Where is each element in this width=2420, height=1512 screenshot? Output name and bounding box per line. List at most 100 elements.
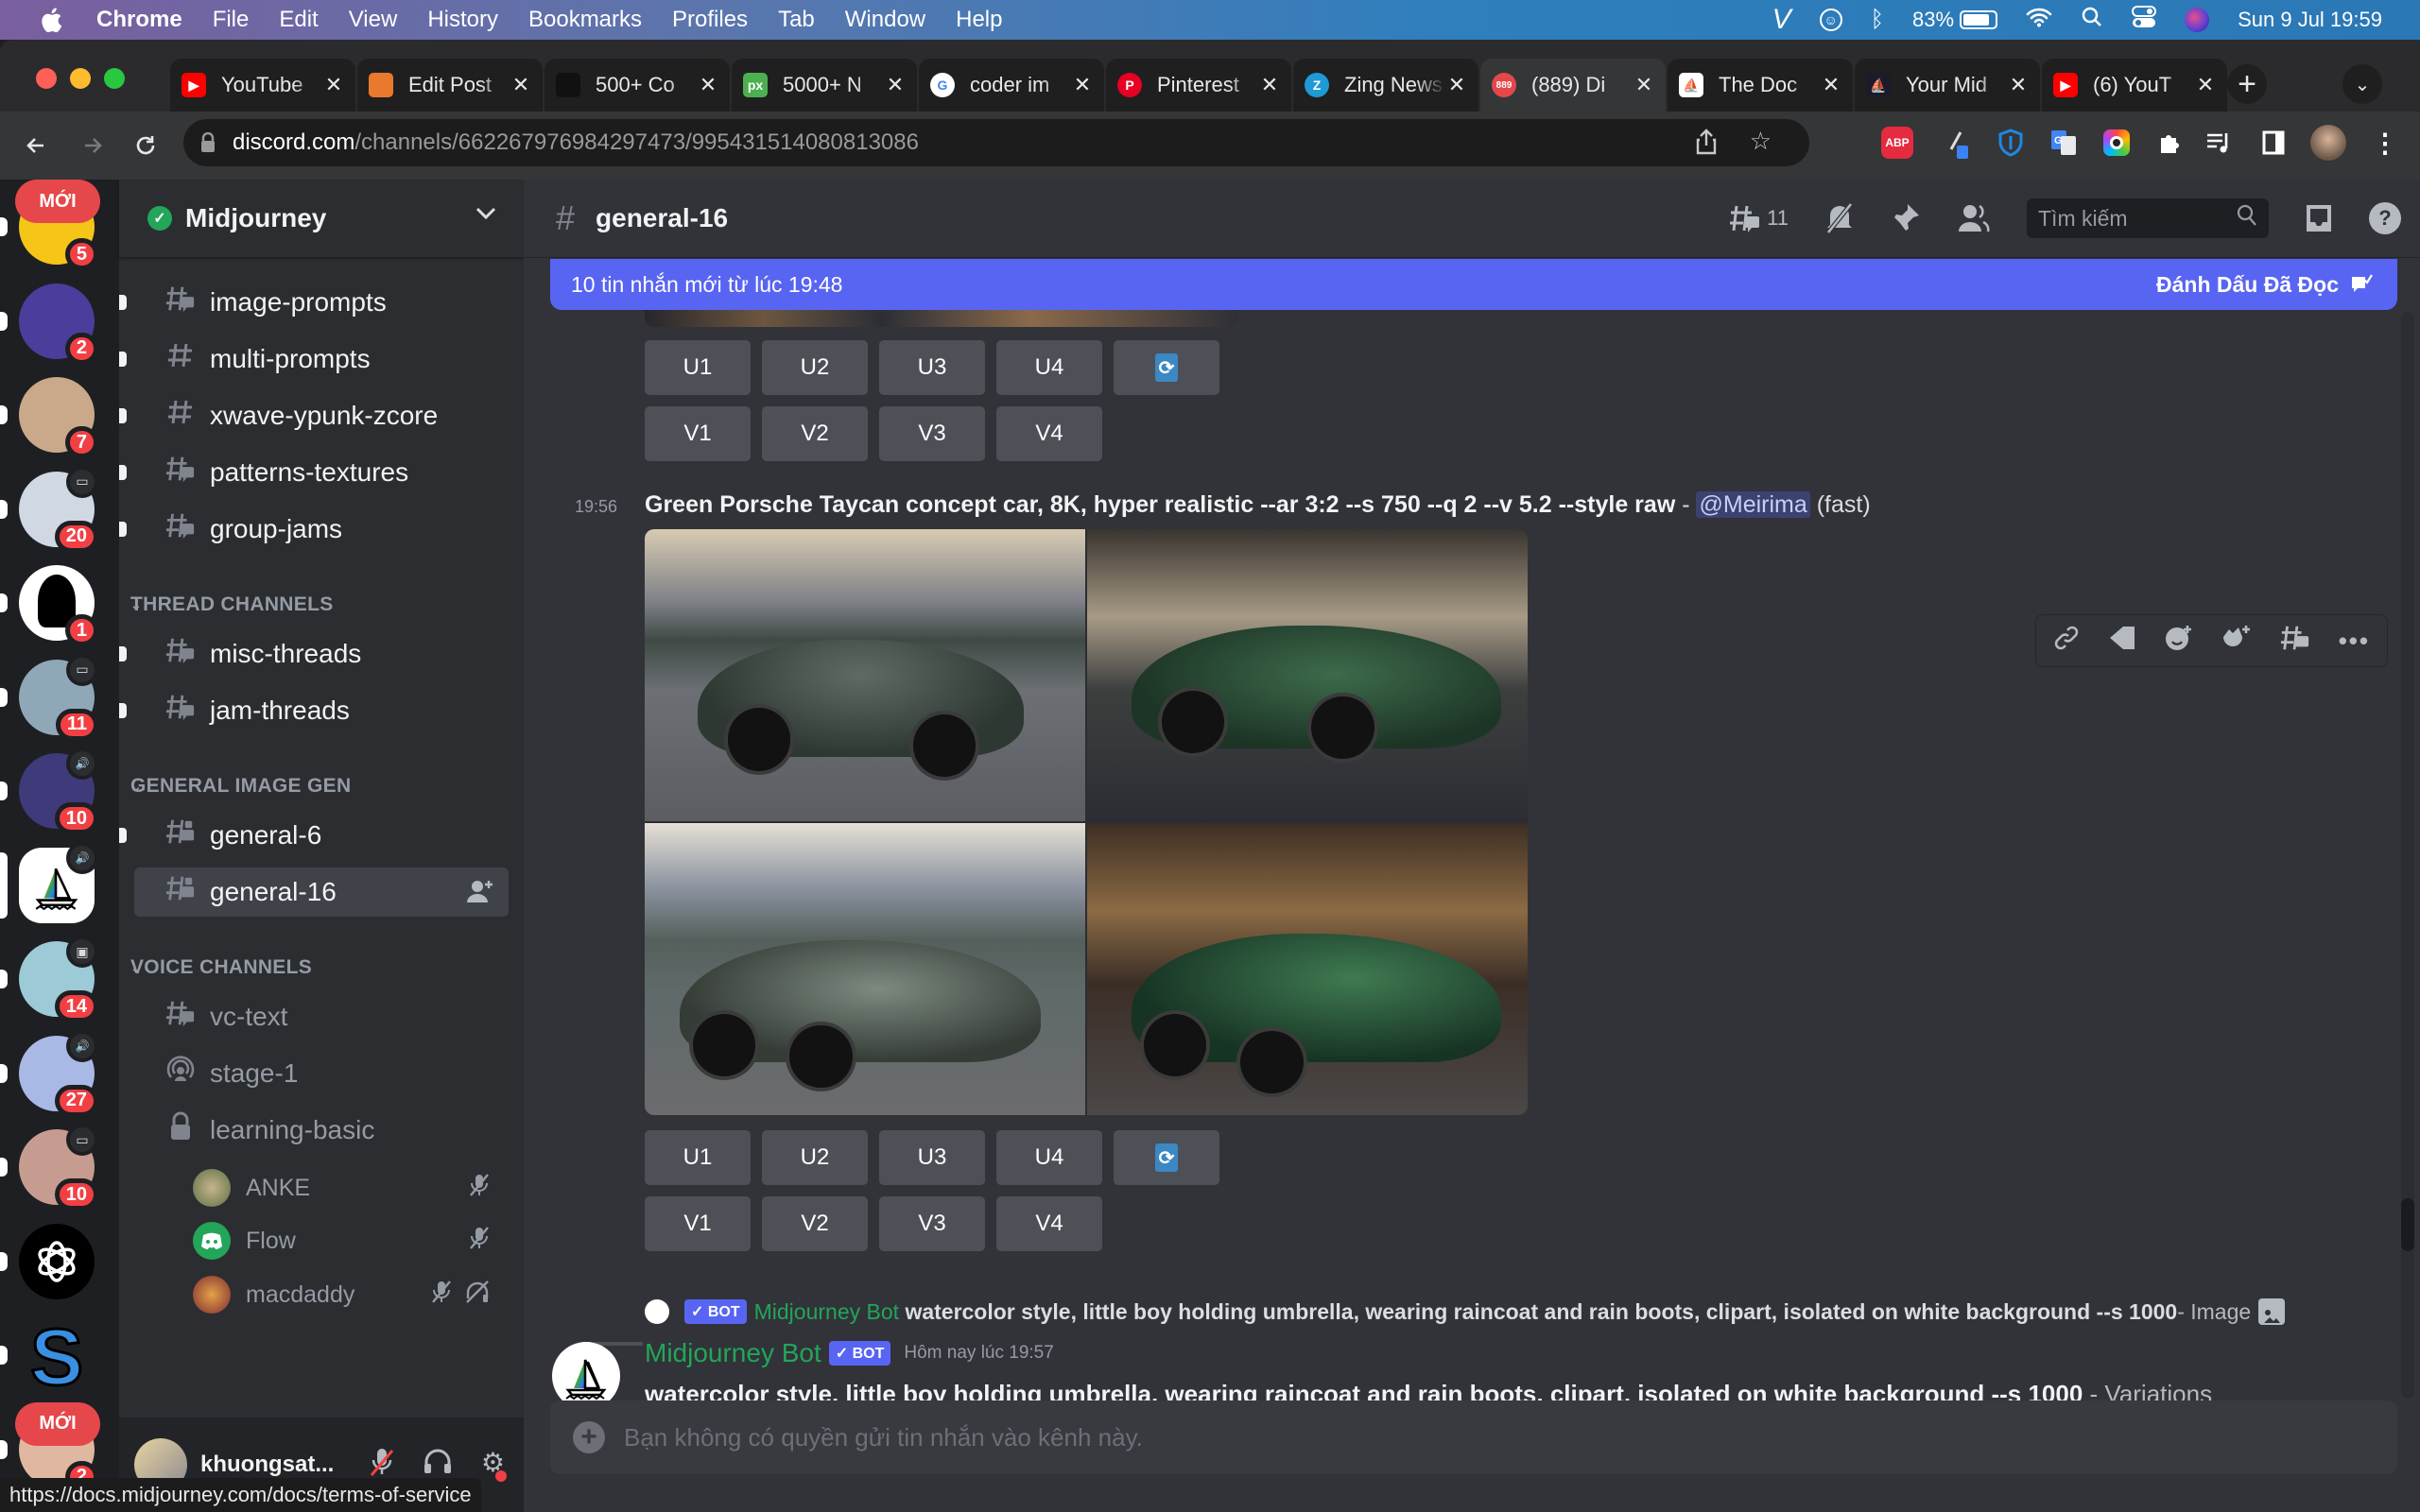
image-grid[interactable] bbox=[645, 529, 1528, 1115]
minimize-window-button[interactable] bbox=[70, 68, 91, 89]
voice-user[interactable]: ANKE bbox=[193, 1164, 509, 1211]
close-tab-icon[interactable]: ✕ bbox=[1072, 73, 1093, 97]
close-tab-icon[interactable]: ✕ bbox=[323, 73, 344, 97]
menu-view[interactable]: View bbox=[349, 7, 398, 33]
adblock-plus-icon[interactable]: ABP bbox=[1881, 127, 1913, 159]
channel-category[interactable]: ⌄ THREAD CHANNELS bbox=[130, 593, 334, 616]
menu-history[interactable]: History bbox=[427, 7, 498, 33]
user-mention[interactable]: @Meirima bbox=[1696, 491, 1810, 518]
channel-item[interactable]: learning-basic bbox=[134, 1106, 509, 1155]
server-icon[interactable]: S bbox=[0, 1312, 95, 1403]
more-options-icon[interactable]: ••• bbox=[2339, 627, 2370, 656]
server-icon[interactable] bbox=[0, 1223, 95, 1299]
server-icon[interactable]: 🔊 bbox=[0, 841, 98, 923]
inbox-icon[interactable] bbox=[2305, 203, 2333, 233]
upscale-button-u4[interactable]: U4 bbox=[996, 340, 1102, 395]
menu-tab[interactable]: Tab bbox=[778, 7, 815, 33]
menu-help[interactable]: Help bbox=[956, 7, 1002, 33]
browser-tab[interactable]: Edit Post ✕ bbox=[357, 59, 543, 112]
pinned-messages-icon[interactable] bbox=[1891, 202, 1921, 234]
browser-tab[interactable]: Gcoder im ✕ bbox=[919, 59, 1104, 112]
copy-link-icon[interactable] bbox=[2053, 625, 2080, 658]
browser-tab[interactable]: ⛵ The Doc ✕ bbox=[1668, 59, 1853, 112]
clock[interactable]: Sun 9 Jul 19:59 bbox=[2238, 8, 2382, 32]
server-icon[interactable]: 10 🔊 bbox=[0, 747, 98, 834]
upscale-button-u1[interactable]: U1 bbox=[645, 340, 751, 395]
media-controls-icon[interactable] bbox=[2203, 127, 2235, 159]
voice-user[interactable]: macdaddy bbox=[193, 1271, 509, 1318]
server-icon[interactable]: 14 ▣ bbox=[0, 936, 98, 1022]
new-messages-banner[interactable]: 10 tin nhắn mới từ lúc 19:48 Đánh Dấu Đã… bbox=[550, 259, 2397, 310]
server-icon[interactable]: MỚI 2 bbox=[0, 1401, 100, 1493]
send-to-dm-icon[interactable] bbox=[2108, 625, 2136, 658]
reroll-button[interactable]: ⟳ bbox=[1114, 1130, 1219, 1185]
server-icon[interactable]: 2 bbox=[0, 283, 98, 365]
wifi-icon[interactable] bbox=[2026, 7, 2052, 33]
siri-icon[interactable] bbox=[2185, 8, 2210, 32]
close-tab-icon[interactable]: ✕ bbox=[1259, 73, 1280, 97]
browser-tab[interactable]: ▶ YouTube ✕ bbox=[170, 59, 355, 112]
menu-file[interactable]: File bbox=[213, 7, 250, 33]
control-center-icon[interactable] bbox=[2132, 6, 2157, 34]
invite-user-icon[interactable] bbox=[467, 879, 493, 910]
extensions-puzzle-icon[interactable] bbox=[2153, 127, 2186, 159]
channel-item[interactable]: group-jams bbox=[119, 505, 509, 554]
tab-search-button[interactable]: ⌄ bbox=[2342, 64, 2382, 104]
close-tab-icon[interactable]: ✕ bbox=[885, 73, 906, 97]
menu-profiles[interactable]: Profiles bbox=[672, 7, 748, 33]
chat-scrollbar[interactable] bbox=[2401, 312, 2414, 1399]
add-super-reaction-icon[interactable] bbox=[2221, 624, 2252, 659]
reply-author[interactable]: Midjourney Bot bbox=[754, 1299, 899, 1325]
close-tab-icon[interactable]: ✕ bbox=[510, 73, 531, 97]
user-settings-gear-icon[interactable]: ⚙ bbox=[481, 1447, 507, 1484]
variation-button-v3[interactable]: V3 bbox=[879, 406, 985, 461]
help-icon[interactable]: ? bbox=[2369, 202, 2401, 234]
create-thread-icon[interactable] bbox=[2280, 623, 2310, 660]
close-tab-icon[interactable]: ✕ bbox=[1634, 73, 1654, 97]
notification-bell-muted-icon[interactable] bbox=[1824, 202, 1855, 234]
server-icon[interactable]: 27 🔊 bbox=[0, 1029, 98, 1117]
back-button[interactable] bbox=[17, 127, 55, 164]
server-icon[interactable]: 20 ▭ bbox=[0, 465, 98, 553]
voice-user[interactable]: Flow bbox=[193, 1217, 509, 1264]
replied-message[interactable]: ✓ BOT Midjourney Bot watercolor style, l… bbox=[645, 1298, 2394, 1325]
grid-image-2[interactable] bbox=[1087, 529, 1528, 821]
google-translate-icon[interactable]: G bbox=[2048, 127, 2080, 159]
upscale-button-u3[interactable]: U3 bbox=[879, 1130, 985, 1185]
mark-as-read-button[interactable]: Đánh Dấu Đã Đọc bbox=[2156, 272, 2373, 298]
accessibility-icon[interactable]: ☺ bbox=[1819, 9, 1842, 31]
share-icon[interactable] bbox=[1696, 129, 1717, 162]
menu-edit[interactable]: Edit bbox=[279, 7, 318, 33]
channel-item[interactable]: image-prompts bbox=[119, 278, 509, 327]
browser-tab[interactable]: P Pinterest ✕ bbox=[1106, 59, 1291, 112]
close-tab-icon[interactable]: ✕ bbox=[698, 73, 718, 97]
server-icon[interactable]: 11 ▭ bbox=[0, 653, 98, 741]
variation-button-v2[interactable]: V2 bbox=[762, 406, 868, 461]
add-reaction-icon[interactable] bbox=[2165, 624, 2193, 659]
menu-app-name[interactable]: Chrome bbox=[96, 7, 182, 33]
bookmark-star-icon[interactable]: ☆ bbox=[1750, 127, 1772, 156]
apple-icon[interactable] bbox=[38, 6, 64, 34]
variation-button-v1[interactable]: V1 bbox=[645, 406, 751, 461]
server-header[interactable]: ✓ Midjourney bbox=[119, 180, 524, 257]
member-list-icon[interactable] bbox=[1957, 203, 1991, 233]
threads-icon[interactable]: 11 bbox=[1729, 202, 1789, 234]
channel-item[interactable]: multi-prompts bbox=[119, 335, 509, 384]
channel-item[interactable]: general-6 bbox=[119, 811, 509, 860]
bluetooth-icon[interactable]: ᛒ bbox=[1871, 7, 1884, 33]
battery-indicator[interactable]: 83% bbox=[1912, 8, 1998, 32]
attach-plus-icon[interactable]: + bbox=[573, 1421, 605, 1453]
upscale-button-u2[interactable]: U2 bbox=[762, 1130, 868, 1185]
address-bar[interactable]: discord.com/channels/662267976984297473/… bbox=[183, 119, 1809, 166]
reroll-button[interactable]: ⟳ bbox=[1114, 340, 1219, 395]
close-tab-icon[interactable]: ✕ bbox=[2195, 73, 2216, 97]
bot-author-name[interactable]: Midjourney Bot bbox=[645, 1338, 821, 1368]
variation-button-v4[interactable]: V4 bbox=[996, 406, 1102, 461]
grid-image-3[interactable] bbox=[645, 823, 1085, 1115]
browser-tab[interactable]: 500+ Co ✕ bbox=[544, 59, 730, 112]
close-window-button[interactable] bbox=[36, 68, 57, 89]
zoom-window-button[interactable] bbox=[104, 68, 125, 89]
side-panel-icon[interactable] bbox=[2257, 127, 2290, 159]
color-picker-extension-icon[interactable] bbox=[1942, 127, 1974, 159]
menu-window[interactable]: Window bbox=[845, 7, 925, 33]
